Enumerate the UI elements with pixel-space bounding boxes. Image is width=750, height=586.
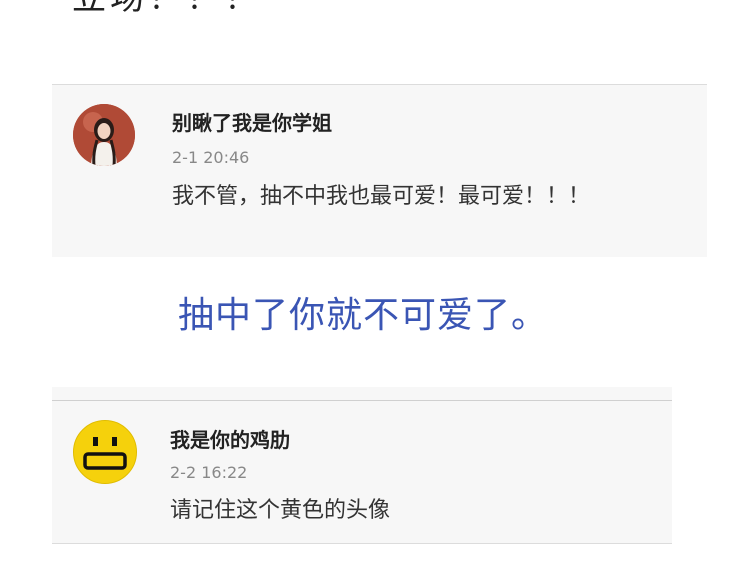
- caption-text: 抽中了你就不可爱了。: [178, 295, 549, 336]
- yellow-smiley-icon: [74, 421, 136, 483]
- comment-text: 我不管，抽不中我也最可爱！最可爱！！！: [172, 184, 591, 209]
- comment-card: 我是你的鸡肋 2-2 16:22 请记住这个黄色的头像: [52, 387, 672, 544]
- comment-card: 别瞅了我是你学姐 2-1 20:46 我不管，抽不中我也最可爱！最可爱！！！: [52, 84, 707, 257]
- divider: [52, 400, 672, 401]
- avatar[interactable]: [73, 420, 137, 484]
- comment-username[interactable]: 我是你的鸡肋: [170, 424, 290, 453]
- comment-text: 请记住这个黄色的头像: [170, 498, 391, 523]
- comment-timestamp: 2-2 16:22: [170, 463, 248, 482]
- previous-text-fragment: 立场！！！: [72, 0, 262, 18]
- portrait-photo-icon: [73, 104, 135, 166]
- comment-timestamp: 2-1 20:46: [172, 148, 250, 167]
- comment-username[interactable]: 别瞅了我是你学姐: [172, 107, 332, 136]
- avatar[interactable]: [73, 104, 135, 166]
